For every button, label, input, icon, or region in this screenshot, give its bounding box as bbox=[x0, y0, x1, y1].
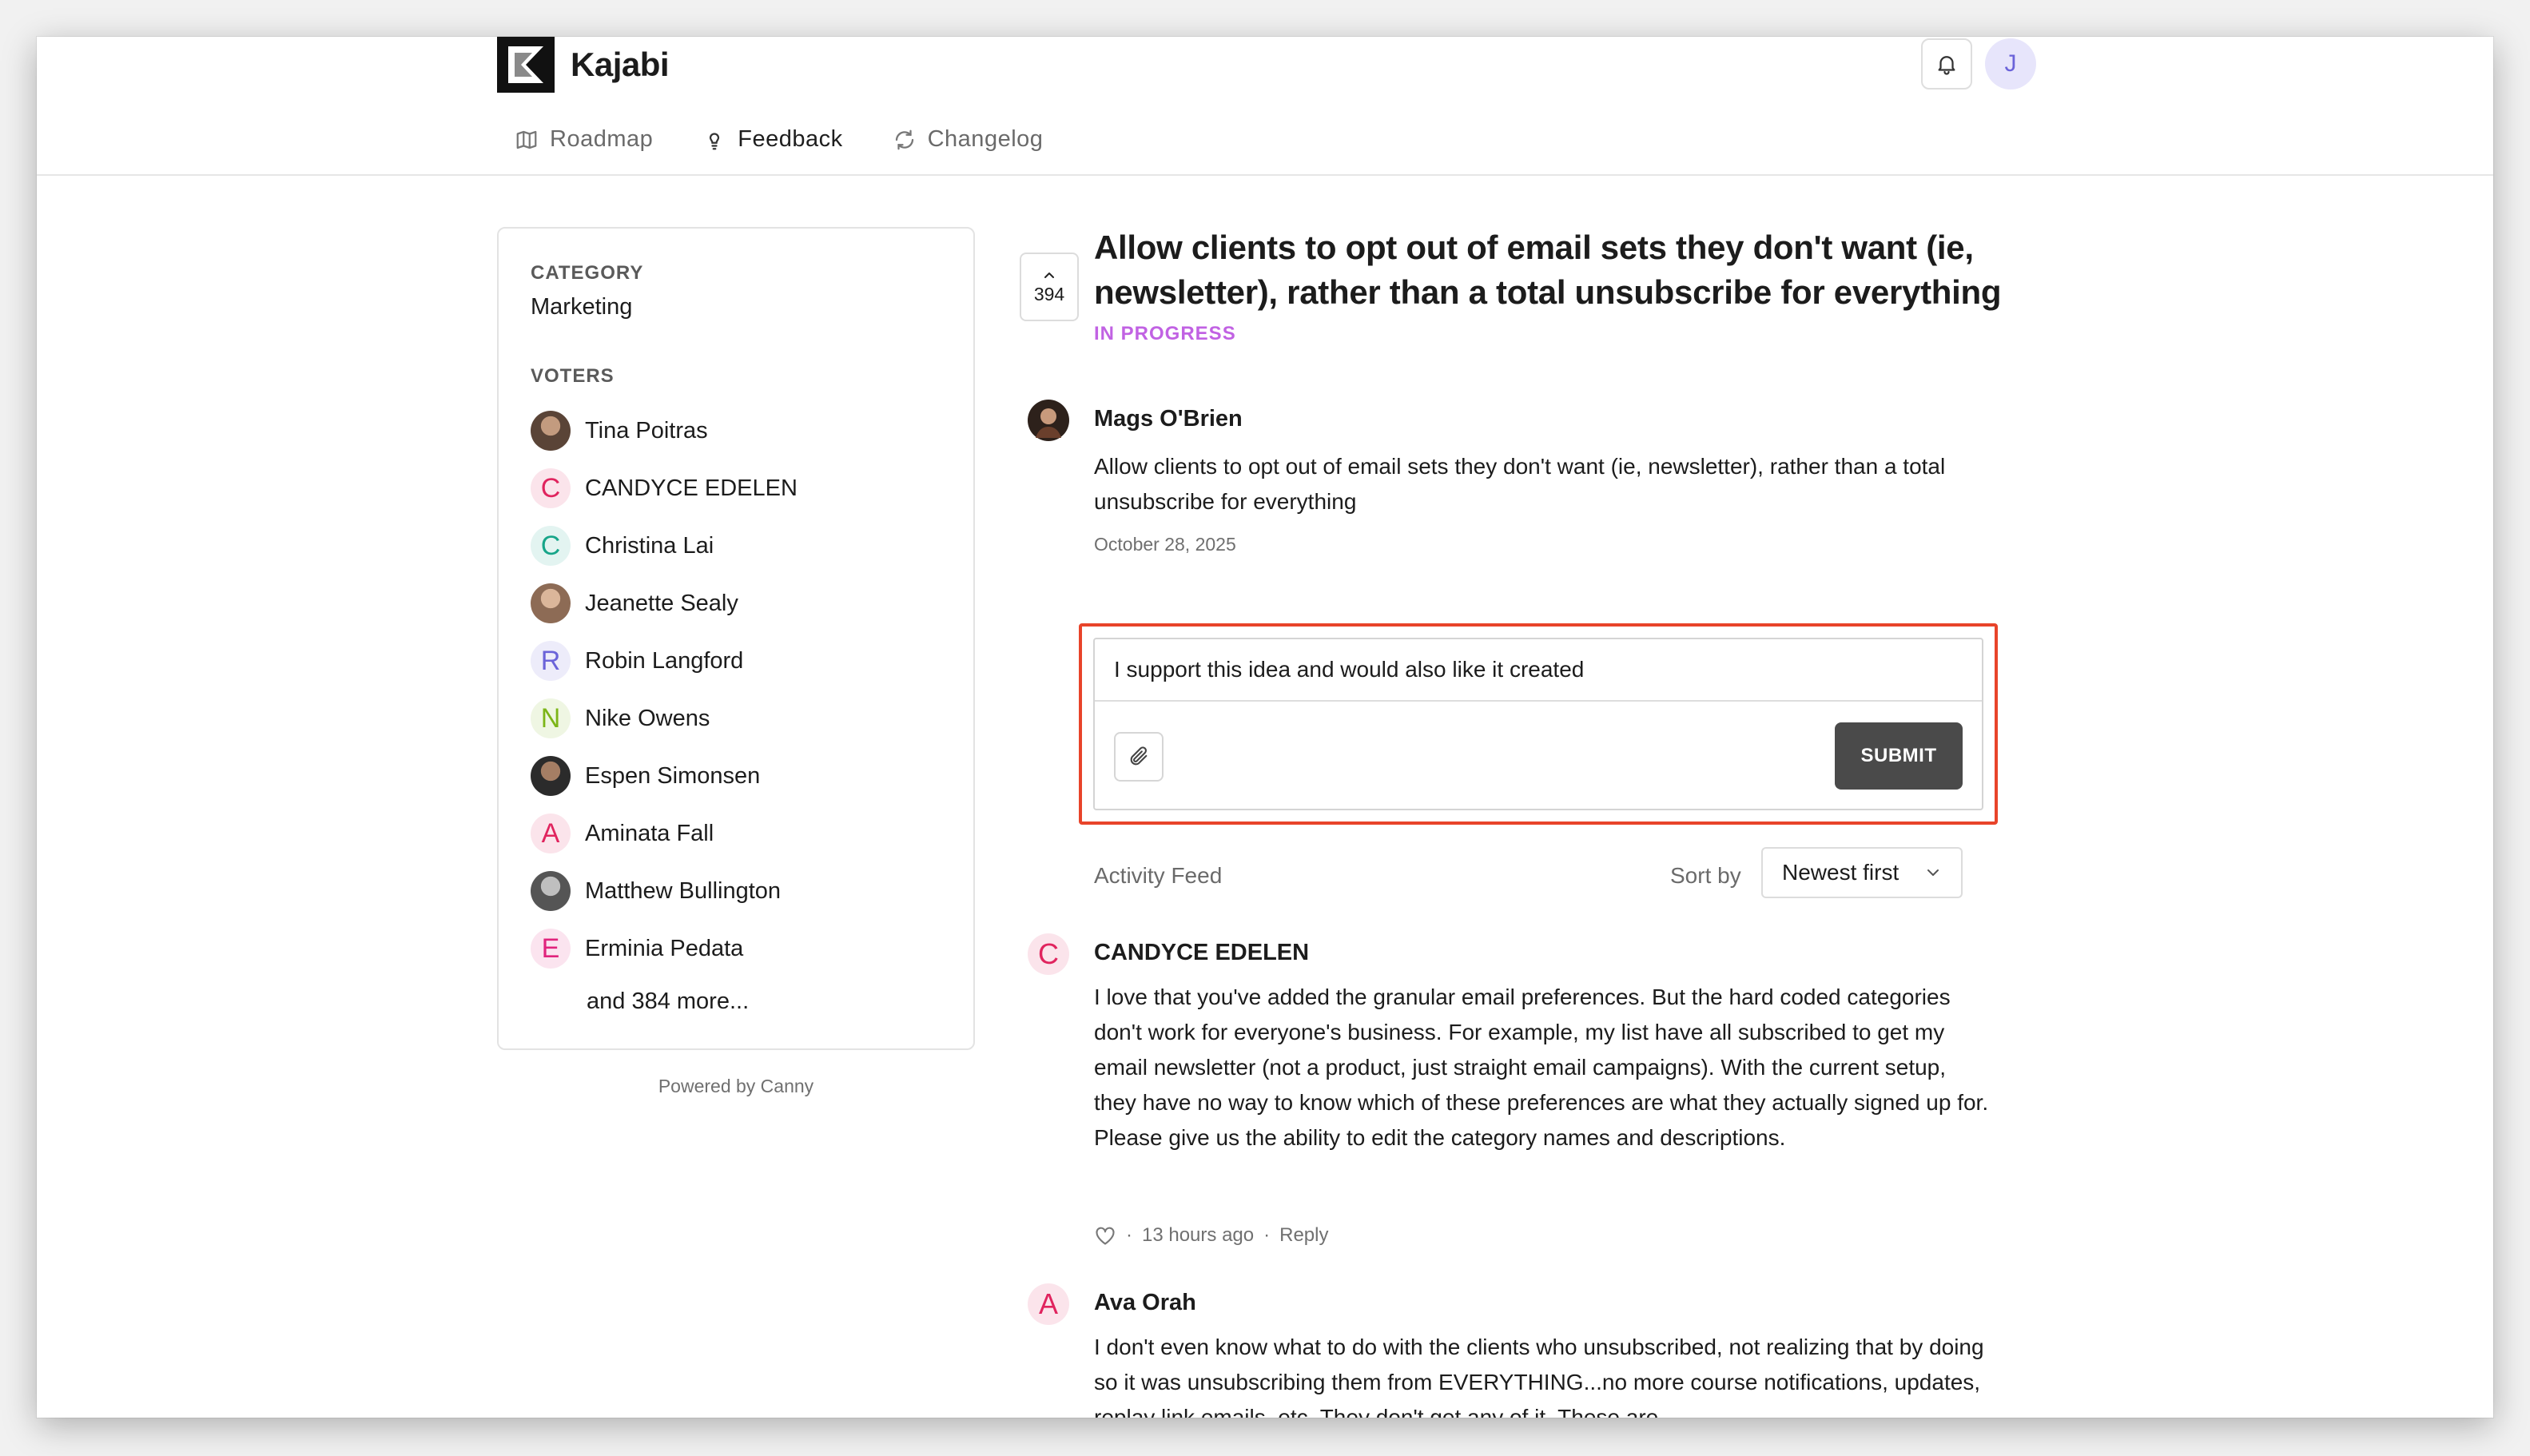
voter-item[interactable]: C CANDYCE EDELEN bbox=[531, 459, 941, 517]
voter-name: Christina Lai bbox=[585, 532, 714, 559]
voter-item[interactable]: E Erminia Pedata bbox=[531, 920, 941, 977]
voter-item[interactable]: R Robin Langford bbox=[531, 632, 941, 690]
activity-feed-label: Activity Feed bbox=[1094, 863, 1223, 888]
comment-meta: · 13 hours ago · Reply bbox=[1094, 1224, 1328, 1247]
post-title: Allow clients to opt out of email sets t… bbox=[1094, 229, 2002, 311]
sort-select[interactable]: Newest first bbox=[1761, 847, 1963, 898]
refresh-icon bbox=[895, 129, 913, 149]
voter-initial-avatar: N bbox=[531, 698, 571, 738]
voter-name: Espen Simonsen bbox=[585, 762, 761, 789]
voter-name: Matthew Bullington bbox=[585, 877, 782, 904]
voter-initial-avatar: C bbox=[531, 468, 571, 508]
site-header: Kajabi J Roadmap Feedback Changelog bbox=[37, 37, 2493, 176]
voter-name: CANDYCE EDELEN bbox=[585, 475, 798, 501]
bell-icon bbox=[1938, 56, 1955, 75]
comment-author[interactable]: Ava Orah bbox=[1094, 1290, 1196, 1316]
voter-name: Robin Langford bbox=[585, 647, 744, 674]
paperclip-icon bbox=[1130, 746, 1148, 766]
voter-photo-avatar bbox=[531, 583, 571, 623]
more-voters-link[interactable]: and 384 more... bbox=[531, 989, 941, 1015]
comment-body: I don't even know what to do with the cl… bbox=[1094, 1335, 1984, 1418]
voter-item[interactable]: Espen Simonsen bbox=[531, 747, 941, 805]
voter-photo-avatar bbox=[531, 871, 571, 911]
lightbulb-icon bbox=[710, 132, 720, 149]
comment-author[interactable]: CANDYCE EDELEN bbox=[1094, 940, 1309, 966]
voter-list: Tina Poitras C CANDYCE EDELEN C Christin… bbox=[531, 402, 941, 977]
meta-separator: · bbox=[1263, 1224, 1271, 1246]
top-actions: J bbox=[1921, 38, 2036, 90]
status-badge: IN PROGRESS bbox=[1094, 323, 1236, 344]
chevron-up-icon bbox=[1044, 272, 1054, 278]
heart-icon[interactable] bbox=[1094, 1225, 1116, 1246]
voter-item[interactable]: Tina Poitras bbox=[531, 402, 941, 459]
brand-name: Kajabi bbox=[571, 46, 670, 83]
upvote-button[interactable]: 394 bbox=[1020, 253, 1079, 321]
post-body: Allow clients to opt out of email sets t… bbox=[1094, 454, 1946, 514]
nav-roadmap[interactable]: Roadmap bbox=[515, 126, 653, 153]
sort-value: Newest first bbox=[1782, 860, 1899, 885]
comment-input[interactable] bbox=[1095, 639, 1982, 702]
comment-composer: SUBMIT bbox=[1093, 638, 1983, 810]
post-date: October 28, 2025 bbox=[1094, 534, 1236, 555]
author-name[interactable]: Mags O'Brien bbox=[1094, 406, 1243, 432]
voter-name: Tina Poitras bbox=[585, 417, 708, 444]
comment-avatar[interactable]: A bbox=[1028, 1283, 1069, 1325]
voter-initial-avatar: R bbox=[531, 641, 571, 681]
attach-button[interactable] bbox=[1114, 732, 1164, 782]
sort-label: Sort by bbox=[1670, 863, 1741, 888]
map-icon bbox=[516, 130, 537, 149]
voter-name: Jeanette Sealy bbox=[585, 590, 738, 616]
browser-window: Kajabi J Roadmap Feedback Changelog CATE… bbox=[37, 37, 2493, 1418]
voter-initial-avatar: C bbox=[531, 526, 571, 566]
comment-avatar[interactable]: C bbox=[1028, 933, 1069, 975]
chevron-down-icon bbox=[1927, 869, 1939, 876]
main-nav: Roadmap Feedback Changelog bbox=[515, 126, 1043, 153]
brand[interactable]: Kajabi bbox=[497, 37, 670, 93]
kajabi-logo-icon bbox=[497, 37, 555, 93]
voters-heading: VOTERS bbox=[531, 365, 615, 387]
nav-feedback[interactable]: Feedback bbox=[702, 126, 842, 153]
voter-photo-avatar bbox=[531, 756, 571, 796]
nav-roadmap-label: Roadmap bbox=[550, 126, 654, 152]
author-avatar[interactable] bbox=[1028, 400, 1069, 441]
reply-link[interactable]: Reply bbox=[1279, 1224, 1328, 1247]
comment-time[interactable]: 13 hours ago bbox=[1142, 1224, 1254, 1247]
notifications-button[interactable] bbox=[1921, 38, 1972, 90]
submit-button[interactable]: SUBMIT bbox=[1835, 722, 1963, 790]
voter-photo-avatar bbox=[531, 411, 571, 451]
user-avatar[interactable]: J bbox=[1985, 38, 2036, 90]
nav-changelog-label: Changelog bbox=[927, 126, 1044, 152]
voter-item[interactable]: C Christina Lai bbox=[531, 517, 941, 575]
category-value[interactable]: Marketing bbox=[531, 294, 941, 320]
voter-name: Erminia Pedata bbox=[585, 935, 744, 961]
nav-feedback-label: Feedback bbox=[738, 126, 843, 152]
voter-initial-avatar: A bbox=[531, 814, 571, 853]
voter-item[interactable]: A Aminata Fall bbox=[531, 805, 941, 862]
meta-separator: · bbox=[1126, 1224, 1132, 1246]
category-heading: CATEGORY bbox=[531, 262, 644, 284]
voter-item[interactable]: Jeanette Sealy bbox=[531, 575, 941, 632]
voter-name: Aminata Fall bbox=[585, 820, 714, 846]
voter-item[interactable]: N Nike Owens bbox=[531, 690, 941, 747]
voter-item[interactable]: Matthew Bullington bbox=[531, 862, 941, 920]
comment-body: I love that you've added the granular em… bbox=[1094, 985, 1989, 1150]
vote-count: 394 bbox=[1033, 283, 1065, 304]
voter-initial-avatar: E bbox=[531, 929, 571, 969]
post-sidebar: CATEGORY Marketing VOTERS Tina Poitras C… bbox=[497, 227, 975, 1050]
powered-by-link[interactable]: Powered by Canny bbox=[497, 1076, 975, 1097]
voter-name: Nike Owens bbox=[585, 705, 710, 731]
nav-changelog[interactable]: Changelog bbox=[893, 126, 1044, 153]
